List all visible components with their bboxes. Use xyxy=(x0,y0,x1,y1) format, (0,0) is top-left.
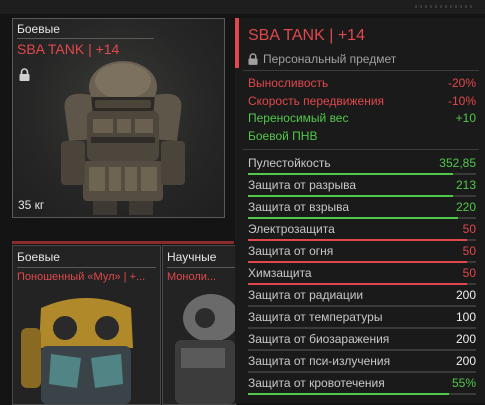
stat-bar-fill xyxy=(248,217,458,219)
stat-row: Защита от температуры 100 xyxy=(248,308,476,330)
modifier-row: Переносимый вес +10 xyxy=(248,111,476,127)
stat-bar xyxy=(248,305,476,307)
item-card-sba-tank[interactable]: Боевые SBA TANK | +14 35 кг xyxy=(12,18,225,218)
modifier-label: Выносливость xyxy=(248,76,329,90)
item-name: Моноли... xyxy=(167,271,217,283)
stat-label: Защита от температуры xyxy=(248,310,383,324)
stat-value: 220 xyxy=(455,200,476,214)
stat-row: Защита от разрыва 213 xyxy=(248,176,476,198)
category-underline xyxy=(17,38,154,39)
stat-row: Защита от пси-излучения 200 xyxy=(248,352,476,374)
selection-strip xyxy=(12,241,234,244)
top-bar-decoration xyxy=(415,5,475,8)
lock-icon xyxy=(19,68,30,81)
stat-row: Пулестойкость 352,85 xyxy=(248,154,476,176)
stat-value: 213 xyxy=(455,178,476,192)
separator xyxy=(243,149,479,150)
stat-label: Электрозащита xyxy=(248,222,335,236)
modifier-label: Переносимый вес xyxy=(248,111,349,125)
tooltip-title: SBA TANK | +14 xyxy=(248,27,365,44)
modifier-value: -10% xyxy=(447,93,476,108)
stat-label: Защита от кровотечения xyxy=(248,376,385,390)
stat-label: Защита от огня xyxy=(248,244,334,258)
stat-bar-fill xyxy=(248,173,454,175)
item-card-mule[interactable]: Боевые Поношенный «Мул» | +... xyxy=(12,245,161,405)
stat-value: 100 xyxy=(455,310,476,324)
armor-image xyxy=(61,61,185,215)
top-bar xyxy=(0,0,485,14)
stat-label: Защита от разрыва xyxy=(248,178,357,192)
stat-label: Пулестойкость xyxy=(248,156,331,170)
armor-image xyxy=(21,298,133,404)
stat-bar xyxy=(248,371,476,373)
modifier-row: Боевой ПНВ xyxy=(248,129,476,145)
stat-row: Защита от кровотечения 55% xyxy=(248,374,476,396)
stat-label: Химзащита xyxy=(248,266,312,280)
title-accent-bar xyxy=(235,18,239,68)
stat-row: Защита от взрыва 220 xyxy=(248,198,476,220)
stat-row: Защита от радиации 200 xyxy=(248,286,476,308)
stat-value: 55% xyxy=(451,376,476,390)
modifier-value: +10 xyxy=(455,111,476,125)
stat-bar xyxy=(248,217,476,219)
item-category: Научные xyxy=(167,250,217,264)
stat-value: 200 xyxy=(455,332,476,346)
stat-bar xyxy=(248,173,476,175)
stat-row: Химзащита 50 xyxy=(248,264,476,286)
lock-icon xyxy=(248,53,258,65)
item-category: Боевые xyxy=(17,250,60,264)
stat-value: 352,85 xyxy=(439,156,476,170)
item-weight: 35 кг xyxy=(18,198,45,212)
stat-bar xyxy=(248,283,476,285)
stat-bar-fill xyxy=(248,239,467,241)
stat-value: 50 xyxy=(462,266,476,280)
stat-value: 200 xyxy=(455,354,476,368)
modifier-value: -20% xyxy=(447,76,476,90)
modifier-row: Выносливость -20% xyxy=(248,76,476,92)
item-category: Боевые xyxy=(17,22,60,36)
stat-bar xyxy=(248,393,476,395)
stat-value: 50 xyxy=(462,244,476,258)
item-card-monolith[interactable]: Научные Моноли... xyxy=(162,245,236,405)
item-tooltip-panel: SBA TANK | +14 Персональный предмет Выно… xyxy=(235,18,485,403)
stat-bar xyxy=(248,239,476,241)
stat-label: Защита от биозаражения xyxy=(248,332,390,346)
modifier-row: Скорость передвижения -10% xyxy=(248,94,476,110)
armor-image xyxy=(175,294,235,404)
stat-bar xyxy=(248,327,476,329)
tooltip-subtitle: Персональный предмет xyxy=(263,52,397,66)
modifier-label: Боевой ПНВ xyxy=(248,128,318,143)
stat-row: Электрозащита 50 xyxy=(248,220,476,242)
stat-bar xyxy=(248,349,476,351)
stat-label: Защита от взрыва xyxy=(248,200,350,214)
stat-value: 200 xyxy=(455,288,476,302)
stat-bar-fill xyxy=(248,283,467,285)
separator xyxy=(243,70,479,71)
stat-label: Защита от радиации xyxy=(248,288,364,302)
stat-value: 50 xyxy=(462,222,476,236)
category-underline xyxy=(167,267,235,268)
category-underline xyxy=(17,267,156,268)
stat-bar-fill xyxy=(248,393,449,395)
item-name: Поношенный «Мул» | +... xyxy=(17,271,146,283)
stat-bar xyxy=(248,195,476,197)
stat-label: Защита от пси-излучения xyxy=(248,354,391,368)
stat-bar-fill xyxy=(248,261,467,263)
stat-bar-fill xyxy=(248,195,454,197)
stat-bar xyxy=(248,261,476,263)
stat-row: Защита от биозаражения 200 xyxy=(248,330,476,352)
modifier-label: Скорость передвижения xyxy=(248,93,385,108)
stat-row: Защита от огня 50 xyxy=(248,242,476,264)
